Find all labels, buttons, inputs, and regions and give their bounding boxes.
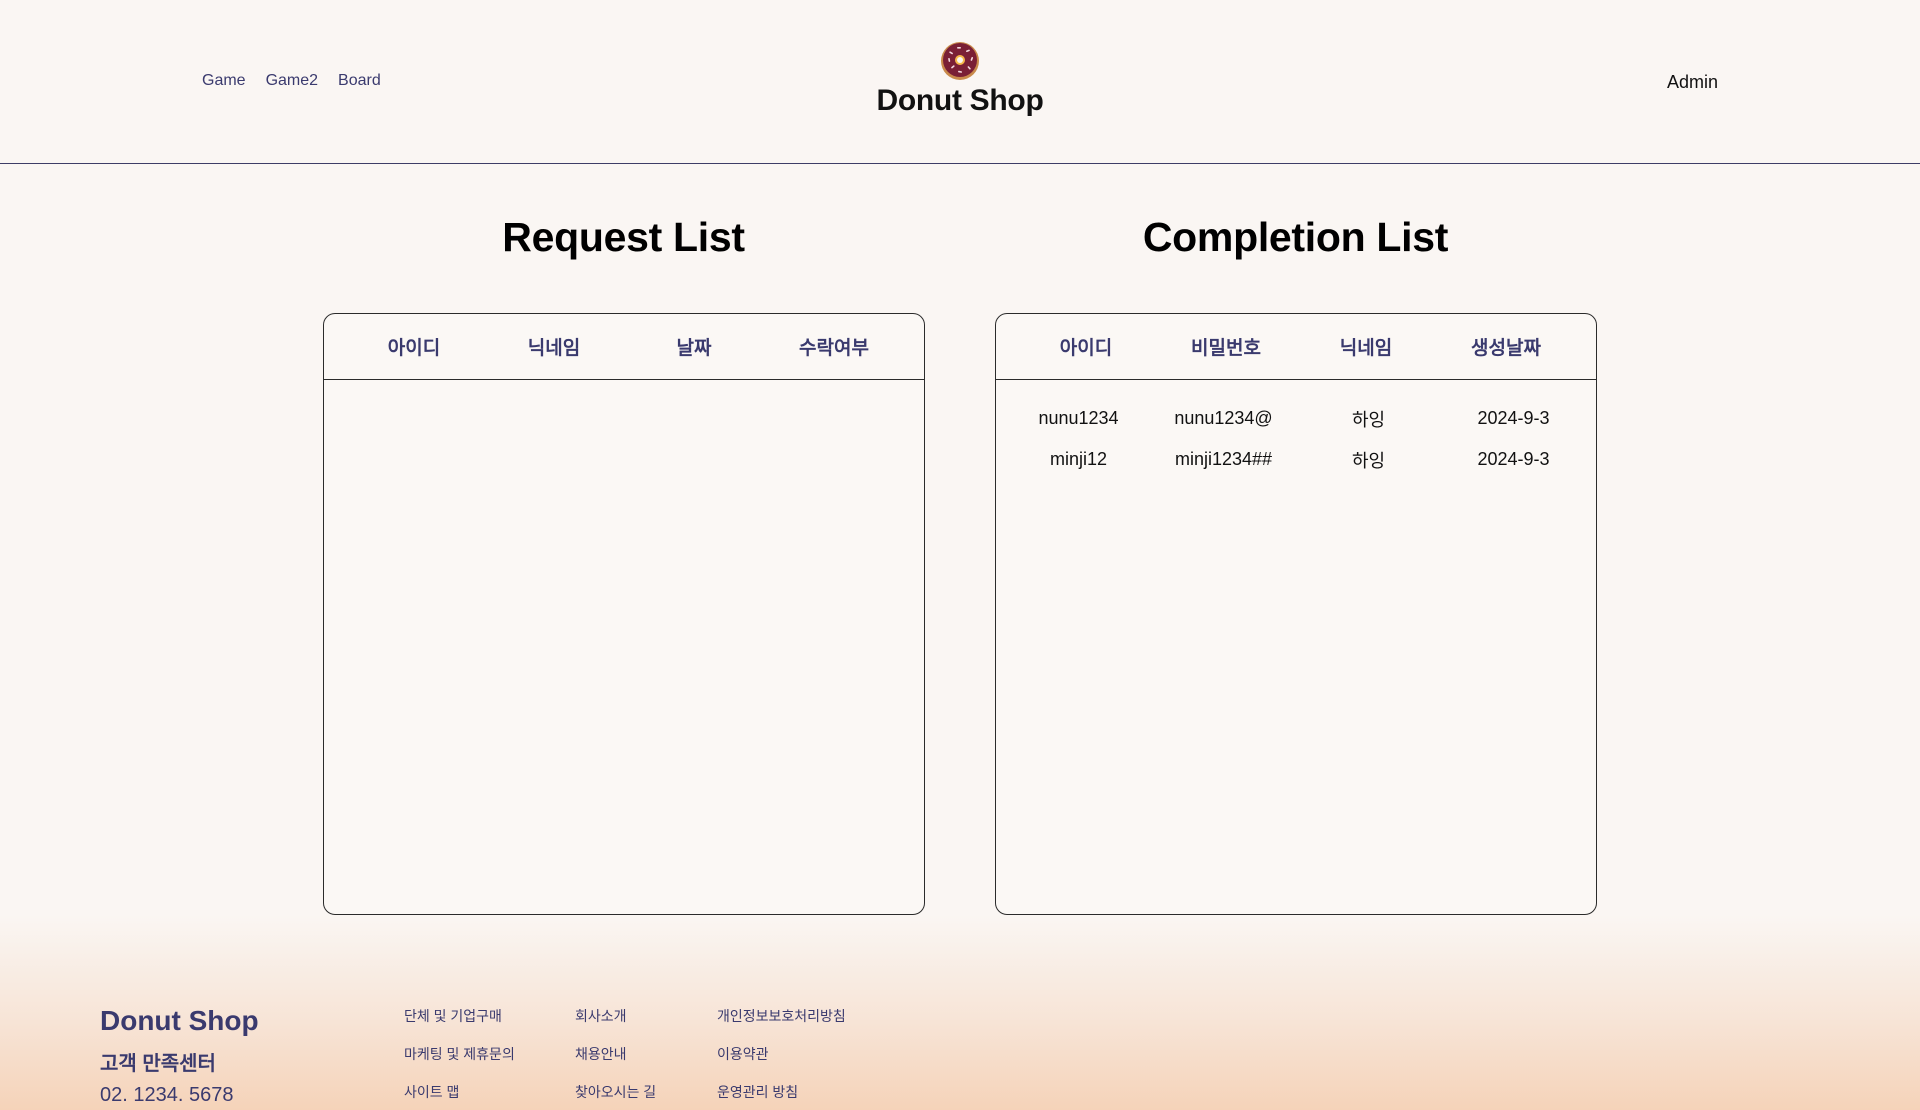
table-row: minji12 minji1234## 하잉 2024-9-3 xyxy=(996,439,1596,480)
table-row: nunu1234 nunu1234@ 하잉 2024-9-3 xyxy=(996,398,1596,439)
footer-link-sitemap[interactable]: 사이트 맵 xyxy=(404,1082,515,1102)
completion-table-header: 아이디 비밀번호 닉네임 생성날짜 xyxy=(996,314,1596,380)
footer-link-about[interactable]: 회사소개 xyxy=(575,1006,656,1026)
footer-link-directions[interactable]: 찾아오시는 길 xyxy=(575,1082,656,1102)
column-header-id: 아이디 xyxy=(1059,338,1113,359)
footer-link-bulk-purchase[interactable]: 단체 및 기업구매 xyxy=(404,1006,515,1026)
column-header-id: 아이디 xyxy=(387,338,441,359)
column-header-created-date: 생성날짜 xyxy=(1471,338,1541,359)
cell-id: nunu1234 xyxy=(1038,408,1119,428)
nav-game2[interactable]: Game2 xyxy=(266,72,318,90)
request-list-table: 아이디 닉네임 날짜 수락여부 xyxy=(323,313,925,915)
footer-link-terms[interactable]: 이용약관 xyxy=(717,1044,846,1064)
site-footer: Donut Shop 고객 만족센터 02. 1234. 5678 단체 및 기… xyxy=(0,915,1920,1110)
cell-password: nunu1234@ xyxy=(1174,408,1273,428)
main-nav: Game Game2 Board xyxy=(202,72,381,90)
brand-logo-link[interactable]: Donut Shop xyxy=(860,40,1060,118)
column-header-nickname: 닉네임 xyxy=(1339,338,1393,359)
footer-links-col1: 단체 및 기업구매 마케팅 및 제휴문의 사이트 맵 xyxy=(404,1006,515,1102)
footer-link-operations-policy[interactable]: 운영관리 방침 xyxy=(717,1082,846,1102)
cell-id: minji12 xyxy=(1049,449,1108,469)
site-header: Game Game2 Board Donut Shop Admin xyxy=(0,0,1920,164)
cell-nickname: 하잉 xyxy=(1351,409,1386,430)
customer-center-phone: 02. 1234. 5678 xyxy=(100,1084,234,1106)
nav-game[interactable]: Game xyxy=(202,72,246,90)
cell-nickname: 하잉 xyxy=(1351,450,1386,471)
footer-brand: Donut Shop xyxy=(100,1005,259,1036)
footer-link-privacy[interactable]: 개인정보보호처리방침 xyxy=(717,1006,846,1026)
request-list-title: Request List xyxy=(502,214,745,260)
request-table-body xyxy=(324,380,924,398)
column-header-accept: 수락여부 xyxy=(799,338,869,359)
admin-link[interactable]: Admin xyxy=(1667,72,1718,93)
customer-center-label: 고객 만족센터 xyxy=(100,1053,216,1075)
completion-list-title: Completion List xyxy=(1142,214,1449,260)
donut-icon xyxy=(941,42,979,80)
cell-password: minji1234## xyxy=(1174,449,1273,469)
brand-title: Donut Shop xyxy=(876,84,1044,117)
footer-link-careers[interactable]: 채용안내 xyxy=(575,1044,656,1064)
column-header-date: 날짜 xyxy=(676,338,712,359)
footer-links-col3: 개인정보보호처리방침 이용약관 운영관리 방침 xyxy=(717,1006,846,1102)
nav-board[interactable]: Board xyxy=(338,72,381,90)
cell-created-date: 2024-9-3 xyxy=(1477,408,1550,428)
request-table-header: 아이디 닉네임 날짜 수락여부 xyxy=(324,314,924,380)
completion-table-body: nunu1234 nunu1234@ 하잉 2024-9-3 minji12 m… xyxy=(996,380,1596,480)
completion-list-table: 아이디 비밀번호 닉네임 생성날짜 nunu1234 nunu1234@ 하잉 … xyxy=(995,313,1597,915)
column-header-nickname: 닉네임 xyxy=(527,338,581,359)
column-header-password: 비밀번호 xyxy=(1191,338,1261,359)
footer-links-col2: 회사소개 채용안내 찾아오시는 길 xyxy=(575,1006,656,1102)
footer-link-marketing[interactable]: 마케팅 및 제휴문의 xyxy=(404,1044,515,1064)
cell-created-date: 2024-9-3 xyxy=(1477,449,1550,469)
